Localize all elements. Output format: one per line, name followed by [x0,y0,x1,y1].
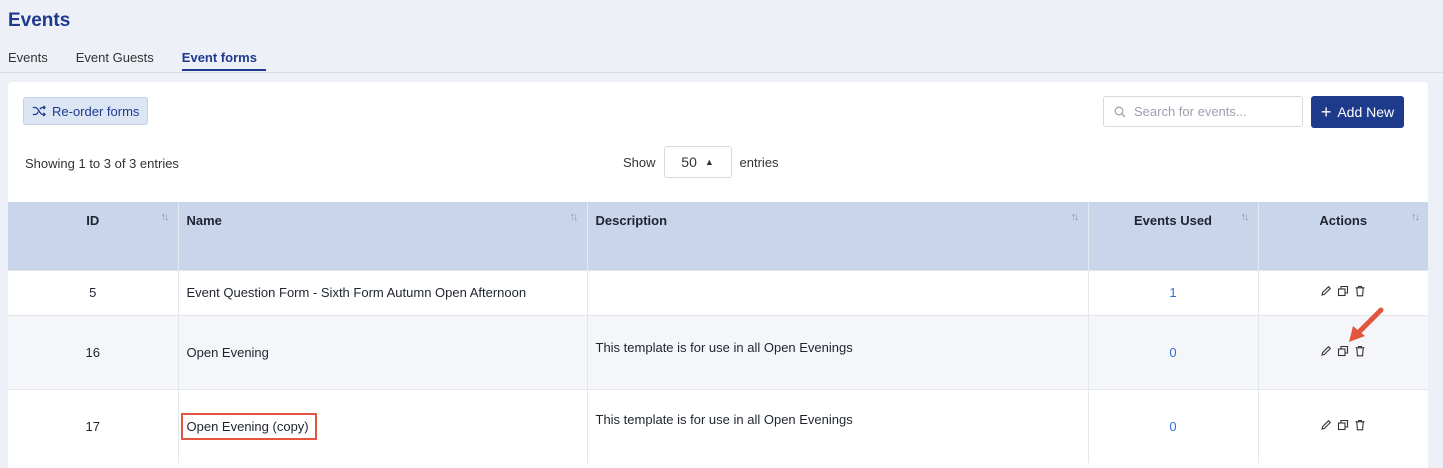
column-name[interactable]: Name ↑↓ [178,202,588,270]
tab-bar: Events Event Guests Event forms [8,50,285,65]
active-tab-indicator [182,69,266,71]
column-id-label: ID [86,213,100,228]
row-events-used[interactable]: 0 [1088,314,1259,389]
sort-icon: ↑↓ [160,211,170,223]
table-header-row: ID ↑↓ Name ↑↓ Description ↑↓ Events Used ↑↓ … [8,202,1428,270]
sort-icon: ↑↓ [1070,211,1080,223]
column-name-label: Name [186,213,222,228]
entries-info: Showing 1 to 3 of 3 entries [25,156,179,171]
column-actions-label: Actions [1319,213,1368,228]
show-suffix: entries [739,154,779,170]
row-name: Event Question Form - Sixth Form Autumn … [178,269,588,315]
column-id[interactable]: ID ↑↓ [8,202,179,270]
tab-events[interactable]: Events [8,50,48,65]
search-box[interactable] [1103,96,1303,127]
page-size-value: 50 [681,154,697,170]
show-prefix: Show [623,154,656,170]
sort-icon: ↑↓ [1411,211,1420,223]
event-forms-table: ID ↑↓ Name ↑↓ Description ↑↓ Events Used ↑↓ … [8,202,1428,463]
sort-icon: ↑↓ [1240,211,1250,223]
edit-icon[interactable] [1320,285,1332,297]
sort-icon: ↑↓ [569,211,579,223]
row-id: 16 [8,314,179,389]
highlighted-name: Open Evening (copy) [180,412,317,440]
forms-card: Re-order forms + Add New Showing 1 to 3 … [8,82,1428,468]
shuffle-icon [32,105,46,117]
tab-event-guests[interactable]: Event Guests [76,50,154,65]
row-name: Open Evening (copy) [178,388,588,463]
table-row: 17 Open Evening (copy) This template is … [8,388,1428,463]
search-icon [1114,106,1126,117]
table-row: 5 Event Question Form - Sixth Form Autum… [8,269,1428,315]
row-events-used[interactable]: 1 [1088,269,1259,315]
row-actions [1258,388,1428,463]
trash-icon[interactable] [1354,285,1366,297]
column-description[interactable]: Description ↑↓ [587,202,1089,270]
page-title: Events [8,10,71,31]
add-new-button[interactable]: + Add New [1311,96,1404,128]
plus-icon: + [1320,102,1332,122]
row-id: 5 [8,269,179,315]
reorder-forms-label: Re-order forms [52,103,140,119]
tab-event-forms[interactable]: Event forms [182,50,257,65]
table-row: 16 Open Evening This template is for use… [8,314,1428,389]
select-arrows-icon: ▲︎ [704,157,714,167]
row-description: This template is for use in all Open Eve… [587,388,1089,463]
row-id: 17 [8,388,179,463]
edit-icon[interactable] [1320,345,1332,357]
annotation-arrow-icon [1349,307,1384,342]
row-events-used[interactable]: 0 [1088,388,1259,463]
add-new-label: Add New [1337,104,1395,120]
header-divider [0,72,1443,73]
column-actions[interactable]: Actions ↑↓ [1258,202,1428,270]
page-size-select[interactable]: 50 ▲︎ [663,146,732,178]
duplicate-icon[interactable] [1337,419,1349,431]
row-name: Open Evening [178,314,588,389]
edit-icon[interactable] [1320,419,1332,431]
column-events-used[interactable]: Events Used ↑↓ [1088,202,1259,270]
page-length-control: Show 50 ▲︎ entries [623,146,779,178]
reorder-forms-button[interactable]: Re-order forms [23,97,149,125]
row-description [587,269,1089,315]
duplicate-icon[interactable] [1337,285,1349,297]
search-input[interactable] [1134,104,1294,119]
trash-icon[interactable] [1354,419,1366,431]
column-description-label: Description [595,213,668,228]
column-events-used-label: Events Used [1133,213,1213,228]
row-description: This template is for use in all Open Eve… [587,314,1089,389]
